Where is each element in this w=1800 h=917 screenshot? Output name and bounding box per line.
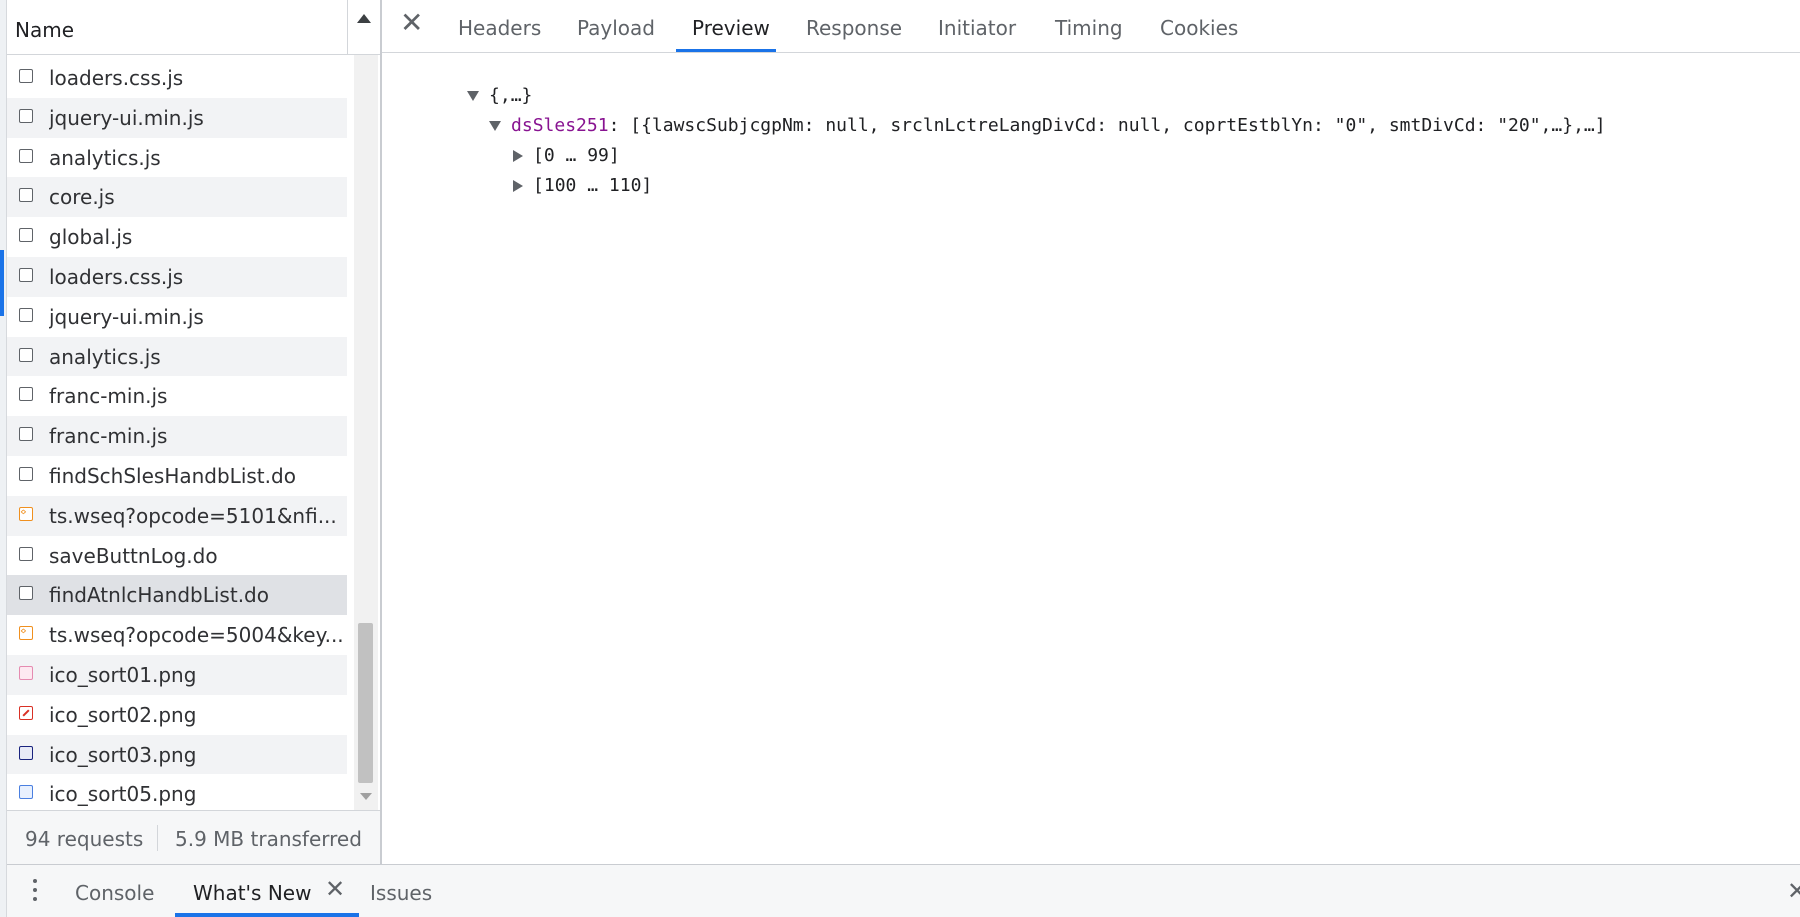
request-name: findSchSlesHandbList.do — [49, 463, 296, 488]
left-edge-strip — [0, 0, 7, 917]
request-row-selected[interactable]: findAtnlcHandbList.do — [7, 575, 347, 616]
request-name: loaders.css.js — [49, 264, 184, 289]
json-range: [100 … 110] — [533, 175, 653, 196]
request-list-panel: Name loaders.css.js jquery-ui.min.js ana… — [7, 0, 382, 864]
request-name: ts.wseq?opcode=5004&key... — [49, 623, 344, 648]
tab-console[interactable]: Console — [75, 881, 154, 905]
more-options-icon[interactable] — [33, 879, 37, 905]
request-name: franc-min.js — [49, 384, 168, 409]
request-row[interactable]: franc-min.js — [7, 376, 347, 417]
selection-marker — [0, 250, 4, 316]
scrollbar-thumb[interactable] — [358, 623, 373, 783]
request-list-scrollbar[interactable] — [354, 55, 378, 810]
document-icon — [19, 546, 33, 561]
json-preview: {,…} dsSles251: [{lawscSubjcgpNm: null, … — [382, 52, 1800, 864]
request-row[interactable]: core.js — [7, 177, 347, 218]
tab-payload[interactable]: Payload — [577, 16, 655, 40]
tab-timing[interactable]: Timing — [1055, 16, 1123, 40]
document-icon — [19, 108, 33, 123]
request-name: franc-min.js — [49, 424, 168, 449]
request-name: loaders.css.js — [49, 66, 184, 90]
request-name: analytics.js — [49, 145, 161, 170]
document-icon — [19, 228, 33, 243]
image-icon — [19, 705, 33, 720]
request-name: ico_sort05.png — [49, 782, 197, 807]
document-icon — [19, 69, 33, 83]
tab-preview[interactable]: Preview — [692, 16, 770, 40]
request-row[interactable]: analytics.js — [7, 137, 347, 178]
request-detail-panel: ✕ Headers Payload Preview Response Initi… — [382, 0, 1800, 864]
request-name: jquery-ui.min.js — [49, 304, 204, 329]
name-column-header[interactable]: Name — [15, 18, 74, 42]
request-name: ico_sort03.png — [49, 742, 197, 767]
image-icon — [19, 665, 33, 680]
document-icon — [19, 267, 33, 282]
request-name: ico_sort02.png — [49, 702, 197, 727]
transferred-size: 5.9 MB transferred — [175, 827, 362, 851]
request-count: 94 requests — [25, 827, 144, 851]
json-value-summary: : [{lawscSubjcgpNm: null, srclnLctreLang… — [608, 115, 1606, 136]
document-icon — [19, 387, 33, 402]
request-row[interactable]: findSchSlesHandbList.do — [7, 455, 347, 496]
request-name: ico_sort01.png — [49, 662, 197, 687]
detail-tab-bar: ✕ Headers Payload Preview Response Initi… — [382, 0, 1800, 53]
tab-response[interactable]: Response — [806, 16, 902, 40]
tab-whats-new[interactable]: What's New — [193, 881, 311, 905]
sort-ascending-icon[interactable] — [357, 14, 371, 23]
request-list-header[interactable]: Name — [7, 0, 380, 55]
request-row[interactable]: ts.wseq?opcode=5101&nfi... — [7, 495, 347, 536]
request-name: analytics.js — [49, 344, 161, 369]
active-drawer-tab-indicator — [175, 913, 359, 917]
expand-triangle-icon[interactable] — [513, 180, 524, 192]
status-divider — [157, 825, 158, 851]
request-name: core.js — [49, 185, 115, 210]
request-name: ts.wseq?opcode=5101&nfi... — [49, 503, 337, 528]
request-row[interactable]: jquery-ui.min.js — [7, 296, 347, 337]
close-drawer-icon[interactable]: ✕ — [1787, 877, 1800, 905]
request-row[interactable]: ico_sort03.png — [7, 734, 347, 775]
request-row[interactable]: saveButtnLog.do — [7, 535, 347, 576]
script-icon — [19, 505, 33, 521]
tab-issues[interactable]: Issues — [370, 881, 432, 905]
request-name: global.js — [49, 225, 133, 250]
request-name: findAtnlcHandbList.do — [49, 583, 269, 608]
scroll-down-arrow-icon[interactable] — [360, 793, 372, 800]
request-row[interactable]: ico_sort02.png — [7, 694, 347, 735]
document-icon — [19, 188, 33, 203]
request-name: jquery-ui.min.js — [49, 105, 204, 130]
document-icon — [19, 427, 33, 442]
document-icon — [19, 586, 33, 601]
close-icon[interactable]: ✕ — [400, 9, 423, 37]
json-range-line[interactable]: [100 … 110] — [448, 154, 652, 217]
document-icon — [19, 466, 33, 481]
request-rows: loaders.css.js jquery-ui.min.js analytic… — [7, 58, 347, 815]
request-row[interactable]: analytics.js — [7, 336, 347, 377]
bottom-drawer-tabs: Console What's New ✕ Issues ✕ — [7, 864, 1800, 917]
request-row[interactable]: global.js — [7, 217, 347, 257]
document-icon — [19, 148, 33, 163]
request-row[interactable]: franc-min.js — [7, 416, 347, 456]
request-row[interactable]: jquery-ui.min.js — [7, 97, 347, 138]
network-status-bar: 94 requests 5.9 MB transferred — [7, 810, 380, 864]
close-tab-icon[interactable]: ✕ — [325, 875, 345, 903]
request-row[interactable]: loaders.css.js — [7, 58, 347, 98]
document-icon — [19, 307, 33, 322]
request-row[interactable]: ico_sort05.png — [7, 774, 347, 815]
tab-initiator[interactable]: Initiator — [938, 16, 1016, 40]
image-icon — [19, 745, 33, 760]
script-icon — [19, 624, 33, 641]
request-row[interactable]: ts.wseq?opcode=5004&key... — [7, 615, 347, 655]
document-icon — [19, 347, 33, 362]
tab-cookies[interactable]: Cookies — [1160, 16, 1238, 40]
tab-headers[interactable]: Headers — [458, 16, 541, 40]
column-divider — [347, 0, 348, 55]
request-name: saveButtnLog.do — [49, 543, 218, 568]
request-row[interactable]: loaders.css.js — [7, 256, 347, 297]
request-row[interactable]: ico_sort01.png — [7, 654, 347, 695]
image-icon — [19, 785, 33, 800]
